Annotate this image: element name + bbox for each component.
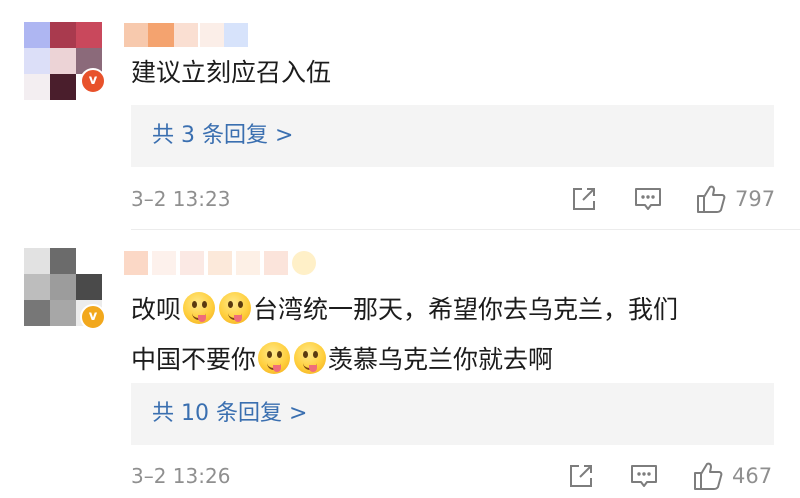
timestamp: 3–2 13:23 (131, 187, 231, 211)
username[interactable] (124, 20, 250, 50)
comment-icon (635, 188, 661, 210)
comment-meta: 3–2 13:26 467 (0, 456, 800, 496)
verified-badge-icon: v (80, 68, 106, 94)
comment-item: v 改呗 台湾统一那天，希望你去乌克兰，我们 中国不要你 羡慕乌克兰你就去啊 共 10… (0, 230, 800, 498)
smirk-tongue-emoji-icon (183, 292, 216, 324)
view-replies-link[interactable]: 共 10 条回复 > (152, 383, 307, 445)
like-button[interactable]: 797 (695, 183, 775, 215)
view-replies-button[interactable]: 共 3 条回复 > (131, 105, 774, 167)
like-count: 797 (735, 187, 776, 211)
comment-icon (631, 465, 657, 487)
comment-item: v 建议立刻应召入伍 共 3 条回复 > 3–2 13:23 797 (0, 0, 800, 230)
view-replies-button[interactable]: 共 10 条回复 > (131, 383, 774, 445)
timestamp: 3–2 13:26 (131, 464, 231, 488)
smirk-tongue-emoji-icon (294, 342, 327, 374)
username[interactable] (124, 248, 330, 278)
smirk-tongue-emoji-icon (258, 342, 291, 374)
share-button[interactable] (570, 185, 598, 213)
view-replies-link[interactable]: 共 3 条回复 > (152, 105, 293, 167)
smirk-tongue-emoji-icon (219, 292, 252, 324)
comment-text: 建议立刻应召入伍 (131, 58, 332, 87)
thumbs-up-icon (694, 462, 723, 490)
share-icon (573, 188, 595, 210)
like-button[interactable]: 467 (692, 460, 776, 492)
verified-badge-icon: v (80, 304, 106, 330)
like-count: 467 (732, 464, 773, 488)
comment-text: 改呗 台湾统一那天，希望你去乌克兰，我们 中国不要你 羡慕乌克兰你就去啊 (131, 285, 771, 385)
comment-button[interactable] (633, 185, 663, 213)
comment-meta: 3–2 13:23 797 (0, 179, 800, 219)
comment-button[interactable] (629, 462, 659, 490)
thumbs-up-icon (697, 185, 726, 213)
share-button[interactable] (567, 462, 595, 490)
share-icon (570, 465, 592, 487)
